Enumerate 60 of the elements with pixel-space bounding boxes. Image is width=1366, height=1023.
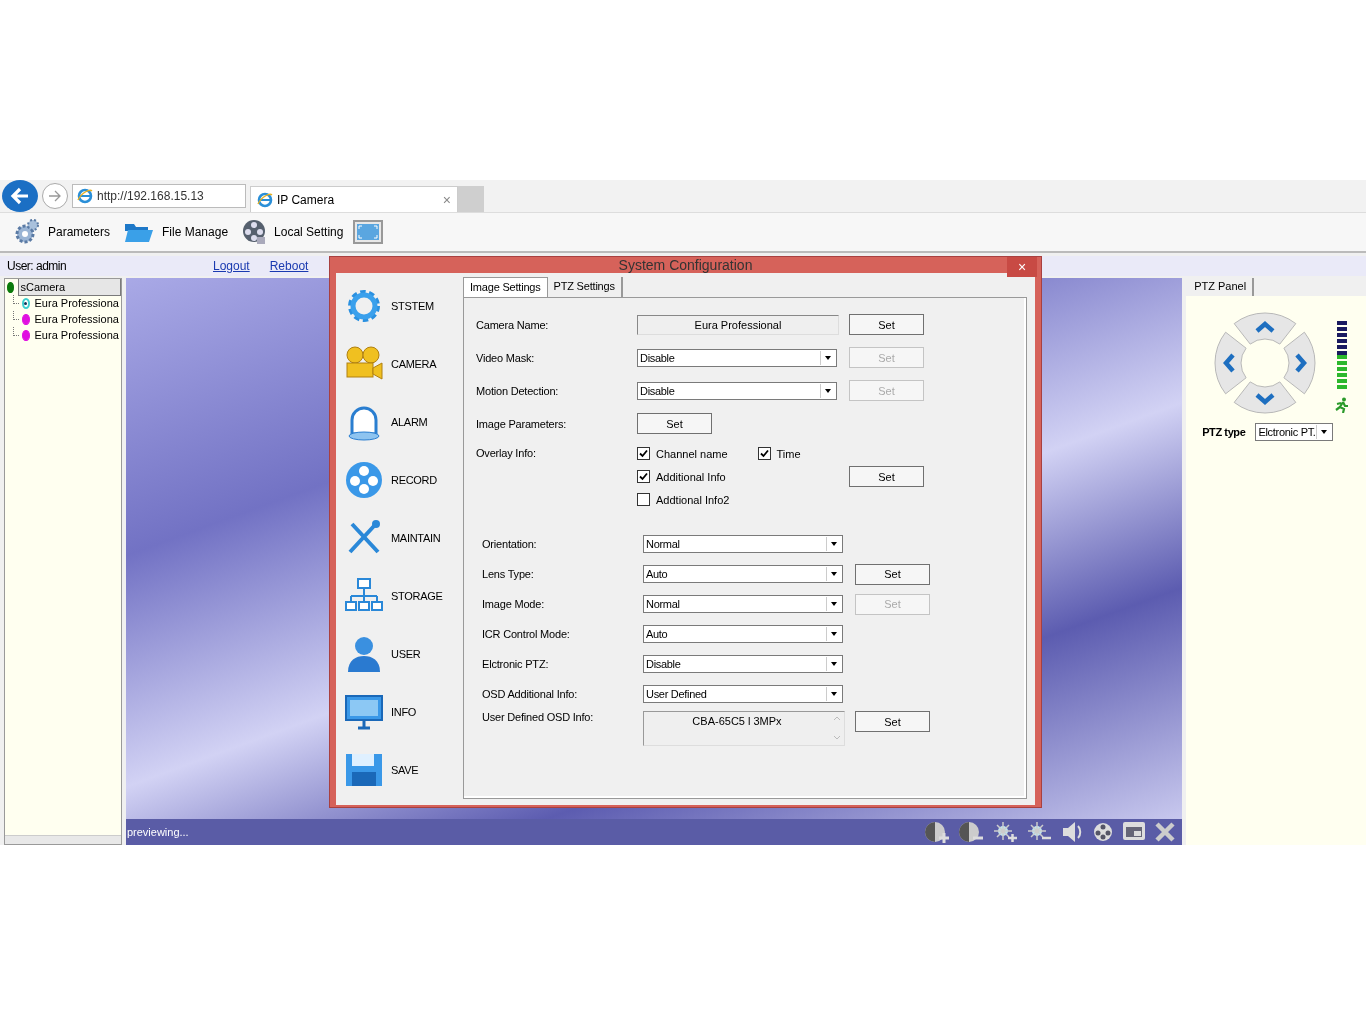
set-button[interactable]: Set <box>849 466 924 487</box>
camera-name-field[interactable]: Eura Professional <box>637 314 839 335</box>
toolbar-link[interactable]: Parameters <box>48 225 111 239</box>
field-label: PTZ type <box>1202 426 1246 438</box>
toolbar-link[interactable]: Local Setting <box>274 225 344 239</box>
osd-info-field[interactable]: CBA-65C5 l 3MPx <box>643 711 845 746</box>
settings-tab[interactable]: Image Settings <box>463 277 548 297</box>
field-label: ICR Control Mode: <box>482 628 571 640</box>
toolbar-link[interactable]: File Manage <box>162 225 229 239</box>
address-field[interactable]: http://192.168.15.13 <box>72 184 246 208</box>
config-menu-item[interactable]: CAMERA <box>391 358 437 370</box>
field-label: User Defined OSD Info: <box>482 711 595 723</box>
field-label: Overlay Info: <box>476 446 537 459</box>
config-menu-item[interactable]: INFO <box>391 706 417 718</box>
dropdown[interactable]: Normal <box>643 595 843 613</box>
dropdown[interactable]: Auto <box>643 625 843 643</box>
browser-tab[interactable]: IP Camera × <box>250 185 458 213</box>
checkbox-label: Time <box>776 447 801 460</box>
dropdown[interactable]: Auto <box>643 565 843 583</box>
tree-item[interactable]: Eura Professiona <box>32 329 121 341</box>
config-menu-item[interactable]: STSTEM <box>391 300 434 312</box>
tree-item[interactable]: sCamera <box>17 279 121 296</box>
checkbox-label: Channel name <box>656 447 728 460</box>
header-link[interactable]: Reboot <box>269 259 309 273</box>
ptz-type-dropdown[interactable]: Elctronic PT. <box>1255 423 1334 441</box>
set-button[interactable]: Set <box>849 314 924 335</box>
set-button[interactable]: Set <box>855 563 930 585</box>
config-menu-item[interactable]: RECORD <box>391 474 437 486</box>
field-label: Elctronic PTZ: <box>482 658 550 670</box>
field-label: OSD Additional Info: <box>482 688 579 700</box>
field-label: Image Mode: <box>482 598 545 610</box>
checkbox-label: Additional Info <box>656 470 726 483</box>
close-tab-button[interactable]: × <box>442 191 451 208</box>
set-button[interactable]: Set <box>855 711 930 732</box>
config-menu-item[interactable]: MAINTAIN <box>391 532 441 544</box>
config-menu-item[interactable]: USER <box>391 648 421 660</box>
dropdown[interactable]: Normal <box>643 535 843 553</box>
field-label: Image Parameters: <box>476 417 568 430</box>
checkbox-label: Addtional Info2 <box>656 493 730 506</box>
dropdown[interactable]: Disable <box>637 381 837 400</box>
field-label: Video Mask: <box>476 351 536 364</box>
header-link[interactable]: Logout <box>213 259 250 273</box>
tree-item[interactable]: Eura Professiona <box>32 297 121 309</box>
tab-title: IP Camera <box>277 192 336 207</box>
config-menu-item[interactable]: SAVE <box>391 764 419 776</box>
field-label: Motion Detection: <box>476 384 560 397</box>
user-label: User: admin <box>7 259 68 273</box>
dialog-title: System Configuration <box>618 257 753 273</box>
dropdown[interactable]: Disable <box>643 655 843 673</box>
status-text: previewing... <box>126 826 189 838</box>
field-label: Lens Type: <box>482 568 535 580</box>
field-label: Orientation: <box>482 538 538 550</box>
dropdown[interactable]: Disable <box>637 348 837 367</box>
dropdown[interactable]: User Defined <box>643 685 843 703</box>
config-menu-item[interactable]: STORAGE <box>391 590 443 602</box>
set-button[interactable]: Set <box>637 413 712 434</box>
close-button[interactable]: × <box>1007 257 1037 277</box>
tree-item[interactable]: Eura Professiona <box>32 313 121 325</box>
field-label: Camera Name: <box>476 318 550 331</box>
config-menu-item[interactable]: ALARM <box>391 416 428 428</box>
